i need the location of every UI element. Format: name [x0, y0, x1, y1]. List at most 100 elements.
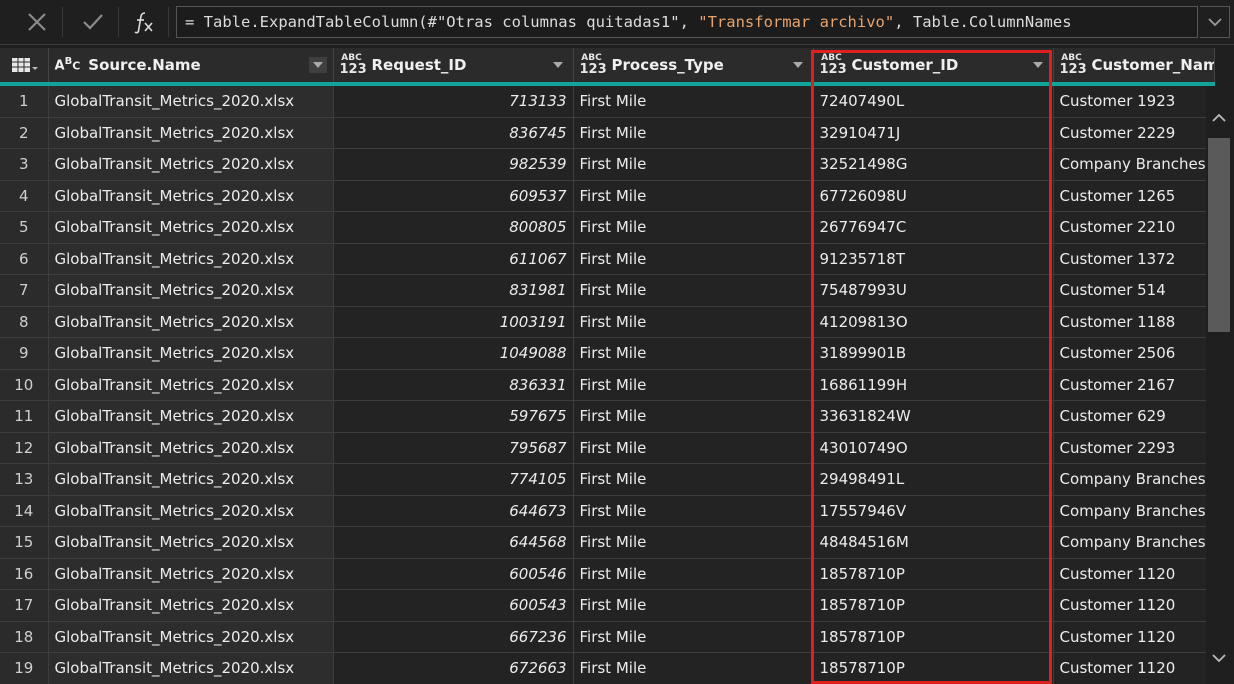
- cell-customer-name[interactable]: Customer 2506: [1053, 337, 1215, 370]
- cell-customer-name[interactable]: Customer 1120: [1053, 589, 1215, 622]
- cell-request-id[interactable]: 597675: [333, 400, 574, 433]
- column-header-customer-id[interactable]: ABC 123 Customer_ID: [813, 48, 1054, 86]
- row-number[interactable]: 16: [0, 558, 49, 590]
- cell-customer-id[interactable]: 18578710P: [813, 652, 1054, 684]
- cell-customer-id[interactable]: 67726098U: [813, 180, 1054, 212]
- cell-request-id[interactable]: 1003191: [333, 306, 574, 338]
- column-header-source-name[interactable]: ABC Source.Name: [48, 48, 334, 86]
- row-number[interactable]: 9: [0, 337, 49, 370]
- column-dropdown-button[interactable]: [549, 57, 567, 73]
- table-row[interactable]: 14 GlobalTransit_Metrics_2020.xlsx 644673 F…: [0, 495, 1215, 527]
- formula-input[interactable]: = Table.ExpandTableColumn(#"Otras column…: [176, 6, 1198, 38]
- table-row[interactable]: 1 GlobalTransit_Metrics_2020.xlsx 713133 Fi…: [0, 84, 1215, 118]
- cell-source-name[interactable]: GlobalTransit_Metrics_2020.xlsx: [48, 652, 334, 684]
- cell-customer-id[interactable]: 18578710P: [813, 589, 1054, 622]
- cell-customer-name[interactable]: Customer 1120: [1053, 621, 1215, 653]
- row-number[interactable]: 13: [0, 463, 49, 496]
- table-row[interactable]: 13 GlobalTransit_Metrics_2020.xlsx 774105 F…: [0, 463, 1215, 496]
- table-row[interactable]: 12 GlobalTransit_Metrics_2020.xlsx 795687 F…: [0, 432, 1215, 464]
- row-number[interactable]: 6: [0, 243, 49, 275]
- cell-customer-name[interactable]: Customer 1923: [1053, 84, 1215, 118]
- cell-customer-id[interactable]: 33631824W: [813, 400, 1054, 433]
- row-number[interactable]: 12: [0, 432, 49, 464]
- cell-source-name[interactable]: GlobalTransit_Metrics_2020.xlsx: [48, 274, 334, 307]
- table-row[interactable]: 4 GlobalTransit_Metrics_2020.xlsx 609537 Fi…: [0, 180, 1215, 212]
- cell-process-type[interactable]: First Mile: [573, 148, 814, 181]
- column-dropdown-button[interactable]: [789, 57, 807, 73]
- table-row[interactable]: 2 GlobalTransit_Metrics_2020.xlsx 836745 Fi…: [0, 117, 1215, 149]
- row-number[interactable]: 1: [0, 84, 49, 118]
- row-number[interactable]: 17: [0, 589, 49, 622]
- confirm-icon[interactable]: [78, 6, 108, 38]
- row-number[interactable]: 14: [0, 495, 49, 527]
- cell-process-type[interactable]: First Mile: [573, 495, 814, 527]
- scroll-up-icon[interactable]: [1208, 106, 1230, 130]
- table-row[interactable]: 5 GlobalTransit_Metrics_2020.xlsx 800805 Fi…: [0, 211, 1215, 244]
- row-number[interactable]: 8: [0, 306, 49, 338]
- cell-request-id[interactable]: 667236: [333, 621, 574, 653]
- cell-customer-name[interactable]: Customer 2167: [1053, 369, 1215, 401]
- row-number[interactable]: 15: [0, 526, 49, 559]
- column-header-request-id[interactable]: ABC 123 Request_ID: [333, 48, 574, 86]
- cell-request-id[interactable]: 800805: [333, 211, 574, 244]
- table-row[interactable]: 19 GlobalTransit_Metrics_2020.xlsx 672663 F…: [0, 652, 1215, 684]
- table-row[interactable]: 15 GlobalTransit_Metrics_2020.xlsx 644568 F…: [0, 526, 1215, 559]
- cell-request-id[interactable]: 774105: [333, 463, 574, 496]
- cell-process-type[interactable]: First Mile: [573, 369, 814, 401]
- cell-customer-name[interactable]: Customer 1120: [1053, 558, 1215, 590]
- cell-process-type[interactable]: First Mile: [573, 463, 814, 496]
- cell-customer-id[interactable]: 72407490L: [813, 84, 1054, 118]
- cell-customer-id[interactable]: 91235718T: [813, 243, 1054, 275]
- cell-customer-id[interactable]: 26776947C: [813, 211, 1054, 244]
- cell-process-type[interactable]: First Mile: [573, 432, 814, 464]
- fx-icon[interactable]: [130, 6, 156, 38]
- cell-customer-id[interactable]: 18578710P: [813, 558, 1054, 590]
- cell-source-name[interactable]: GlobalTransit_Metrics_2020.xlsx: [48, 306, 334, 338]
- row-number[interactable]: 4: [0, 180, 49, 212]
- cell-request-id[interactable]: 672663: [333, 652, 574, 684]
- column-header-customer-name[interactable]: ABC123 Customer_Name: [1053, 48, 1215, 86]
- cell-process-type[interactable]: First Mile: [573, 621, 814, 653]
- cell-request-id[interactable]: 982539: [333, 148, 574, 181]
- cell-source-name[interactable]: GlobalTransit_Metrics_2020.xlsx: [48, 369, 334, 401]
- table-row[interactable]: 3 GlobalTransit_Metrics_2020.xlsx 982539 Fi…: [0, 148, 1215, 181]
- cell-request-id[interactable]: 600546: [333, 558, 574, 590]
- cell-source-name[interactable]: GlobalTransit_Metrics_2020.xlsx: [48, 117, 334, 149]
- cell-customer-name[interactable]: Customer 2229: [1053, 117, 1215, 149]
- cell-customer-name[interactable]: Company Branches 1: [1053, 148, 1215, 181]
- cell-process-type[interactable]: First Mile: [573, 211, 814, 244]
- cell-customer-name[interactable]: Customer 2210: [1053, 211, 1215, 244]
- cell-process-type[interactable]: First Mile: [573, 274, 814, 307]
- cell-process-type[interactable]: First Mile: [573, 84, 814, 118]
- formula-expand-button[interactable]: [1200, 6, 1230, 38]
- cell-source-name[interactable]: GlobalTransit_Metrics_2020.xlsx: [48, 148, 334, 181]
- cell-request-id[interactable]: 644673: [333, 495, 574, 527]
- cell-process-type[interactable]: First Mile: [573, 337, 814, 370]
- row-number[interactable]: 10: [0, 369, 49, 401]
- cell-request-id[interactable]: 611067: [333, 243, 574, 275]
- cell-request-id[interactable]: 600543: [333, 589, 574, 622]
- cell-source-name[interactable]: GlobalTransit_Metrics_2020.xlsx: [48, 495, 334, 527]
- cell-source-name[interactable]: GlobalTransit_Metrics_2020.xlsx: [48, 84, 334, 118]
- cell-customer-id[interactable]: 43010749O: [813, 432, 1054, 464]
- cell-process-type[interactable]: First Mile: [573, 526, 814, 559]
- cell-customer-name[interactable]: Company Branches 4: [1053, 463, 1215, 496]
- cell-customer-name[interactable]: Customer 2293: [1053, 432, 1215, 464]
- cell-customer-id[interactable]: 29498491L: [813, 463, 1054, 496]
- cell-customer-name[interactable]: Customer 629: [1053, 400, 1215, 433]
- cell-source-name[interactable]: GlobalTransit_Metrics_2020.xlsx: [48, 526, 334, 559]
- cell-request-id[interactable]: 836745: [333, 117, 574, 149]
- cell-source-name[interactable]: GlobalTransit_Metrics_2020.xlsx: [48, 558, 334, 590]
- table-row[interactable]: 6 GlobalTransit_Metrics_2020.xlsx 611067 Fi…: [0, 243, 1215, 275]
- cell-source-name[interactable]: GlobalTransit_Metrics_2020.xlsx: [48, 589, 334, 622]
- cell-request-id[interactable]: 713133: [333, 84, 574, 118]
- cell-request-id[interactable]: 644568: [333, 526, 574, 559]
- row-number[interactable]: 5: [0, 211, 49, 244]
- cell-source-name[interactable]: GlobalTransit_Metrics_2020.xlsx: [48, 400, 334, 433]
- row-number[interactable]: 11: [0, 400, 49, 433]
- cell-process-type[interactable]: First Mile: [573, 306, 814, 338]
- cell-source-name[interactable]: GlobalTransit_Metrics_2020.xlsx: [48, 337, 334, 370]
- cell-process-type[interactable]: First Mile: [573, 652, 814, 684]
- table-row[interactable]: 17 GlobalTransit_Metrics_2020.xlsx 600543 F…: [0, 589, 1215, 622]
- cell-customer-id[interactable]: 41209813O: [813, 306, 1054, 338]
